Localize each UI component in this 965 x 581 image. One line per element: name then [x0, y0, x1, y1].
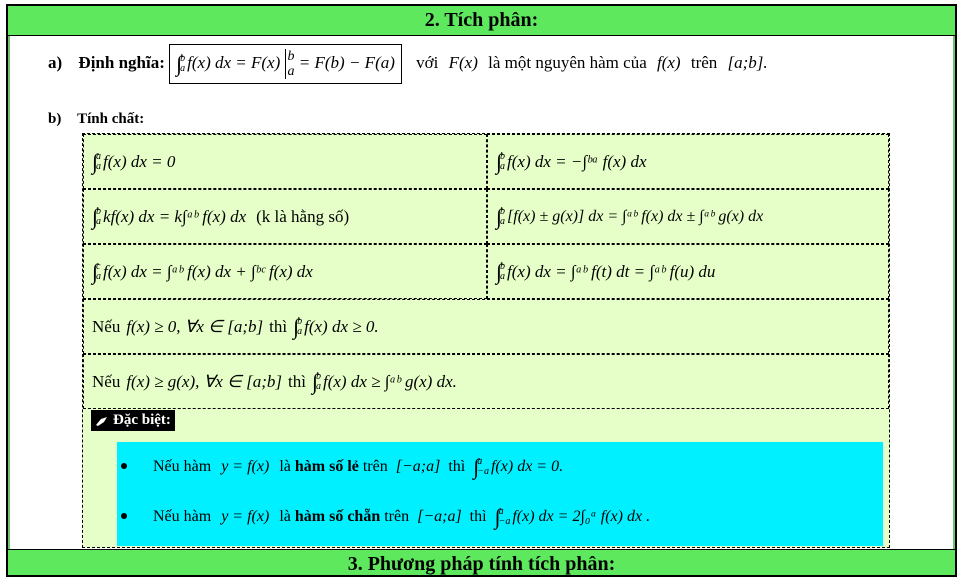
definition-formula-right: = F(b) − F(a) [298, 52, 395, 72]
row-text: thì [269, 316, 288, 336]
row-text: Nếu [92, 316, 121, 336]
section-header: 2. Tích phân: [8, 6, 955, 36]
definition-marker: a) [48, 52, 63, 72]
row-formula: f(x) dx ≥ ∫ᵃᵇ g(x) dx. [322, 371, 457, 391]
integral-limits: ba [180, 53, 186, 74]
definition-tail-interval: [a;b]. [727, 52, 768, 72]
definition-tail-fx: F(x) [448, 52, 478, 72]
properties-table: ∫ a a f(x) dx = 0 ∫ b a f(x) dx = −∫ᵇᵃ f(x) dx… [82, 133, 890, 548]
property-cell: ∫ b a f(x) dx = −∫ᵇᵃ f(x) dx [487, 134, 889, 189]
property-row-nonnegative: Nếu f(x) ≥ 0, ∀x ∈ [a;b] thì ∫ b a f(x) dx … [83, 299, 889, 354]
bullet-dot-icon [121, 463, 127, 470]
left-border [8, 36, 10, 549]
special-bullet-odd: Nếu hàm y = f(x) là hàm số lẻ trên [−a;a… [117, 454, 563, 480]
properties-label: Tính chất: [77, 111, 145, 127]
property-formula: f(x) dx = ∫ᵃᵇ f(t) dt = ∫ᵃᵇ f(u) du [507, 261, 716, 281]
property-note: (k là hằng số) [256, 206, 350, 226]
property-row-comparison: Nếu f(x) ≥ g(x), ∀x ∈ [a;b] thì ∫ b a f(x) … [83, 354, 889, 409]
row-formula: f(x) dx ≥ 0. [304, 316, 379, 336]
property-cell: ∫ c a f(x) dx = ∫ᵃᵇ f(x) dx + ∫ᵇᶜ f(x) dx [83, 244, 487, 299]
bullet-dot-icon [121, 513, 127, 520]
row-condition: f(x) ≥ g(x), ∀x ∈ [a;b] [126, 371, 282, 391]
definition-formula-box: ∫ b a f(x) dx = F(x) ba = F(b) − F(a) [169, 44, 402, 84]
definition-tail-f: f(x) [657, 52, 681, 72]
document-frame: 2. Tích phân: a) Định nghĩa: ∫ b a f(x) dx … [6, 4, 957, 577]
definition-tail-1: với [416, 52, 439, 72]
definition-tail-2: là một nguyên hàm của [488, 52, 647, 72]
row-text: Nếu [92, 371, 121, 391]
special-title: Đặc biệt: [91, 410, 175, 431]
evaluation-bar: ba [284, 49, 295, 79]
special-box: Nếu hàm y = f(x) là hàm số lẻ trên [−a;a… [117, 442, 883, 546]
property-cell: ∫ a a f(x) dx = 0 [83, 134, 487, 189]
property-formula: f(x) dx = 0 [103, 151, 176, 171]
special-bullet-even: Nếu hàm y = f(x) là hàm số chẵn trên [−a… [117, 504, 650, 530]
row-text: thì [288, 371, 306, 391]
properties-marker: b) [48, 111, 62, 127]
property-formula: [f(x) ± g(x)] dx = ∫ᵃᵇ f(x) dx ± ∫ᵃᵇ g(x… [507, 207, 764, 225]
property-cell: ∫ b a f(x) dx = ∫ᵃᵇ f(t) dt = ∫ᵃᵇ f(u) du [487, 244, 889, 299]
property-cell: ∫ b a kf(x) dx = k∫ᵃᵇ f(x) dx (k là hằng số… [83, 189, 487, 244]
property-formula: f(x) dx = −∫ᵇᵃ f(x) dx [507, 151, 647, 171]
writing-hand-icon [96, 416, 107, 426]
definition-row: a) Định nghĩa: ∫ b a f(x) dx = F(x) ba = F(… [48, 44, 768, 84]
row-condition: f(x) ≥ 0, ∀x ∈ [a;b] [126, 316, 264, 336]
property-formula: kf(x) dx = k∫ᵃᵇ f(x) dx [103, 206, 247, 226]
definition-label: Định nghĩa: [78, 52, 165, 72]
definition-tail-3: trên [690, 52, 718, 72]
property-formula: f(x) dx = ∫ᵃᵇ f(x) dx + ∫ᵇᶜ f(x) dx [103, 261, 313, 281]
next-section-header: 3. Phương pháp tính tích phân: [8, 549, 955, 575]
property-cell: ∫ b a [f(x) ± g(x)] dx = ∫ᵃᵇ f(x) dx ± ∫ᵃᵇ … [487, 189, 889, 244]
right-border [953, 36, 955, 549]
definition-formula-left: f(x) dx = F(x) [187, 52, 281, 72]
properties-row: b) Tính chất: [48, 111, 144, 128]
